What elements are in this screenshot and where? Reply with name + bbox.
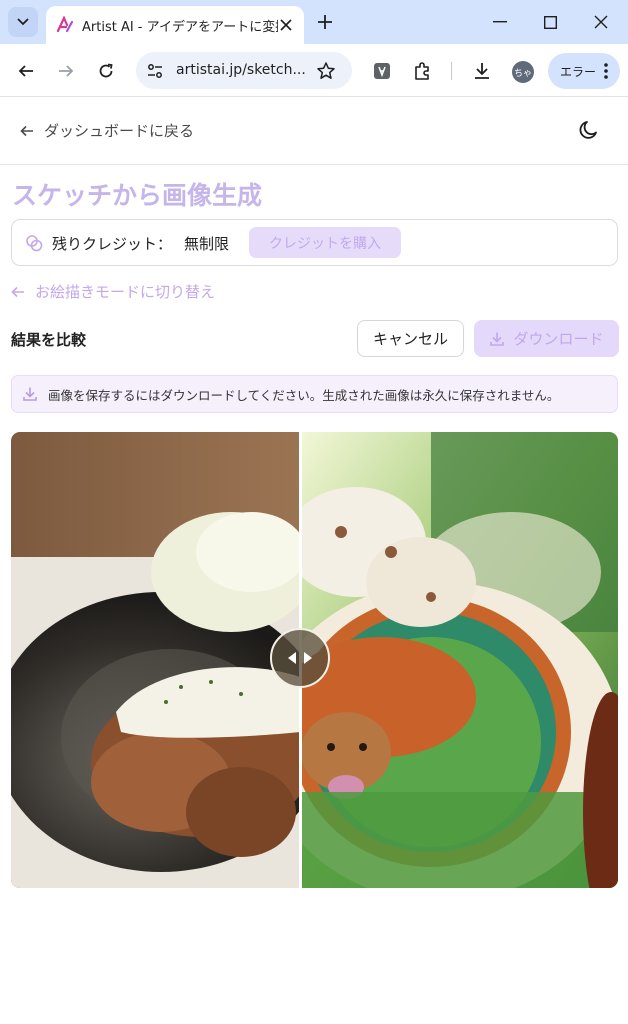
favicon-icon	[56, 16, 74, 33]
swap-arrows-icon	[288, 652, 312, 664]
comparison-handle[interactable]	[270, 628, 330, 688]
extensions-icon[interactable]	[410, 59, 434, 83]
moon-icon[interactable]	[578, 119, 600, 141]
back-arrow-icon[interactable]	[14, 59, 38, 83]
download-icon[interactable]	[470, 59, 494, 83]
download-icon	[23, 387, 37, 401]
forward-arrow-icon[interactable]	[54, 59, 78, 83]
download-button-label: ダウンロード	[513, 330, 604, 348]
site-info-icon[interactable]	[146, 62, 164, 80]
plus-icon[interactable]	[314, 11, 336, 33]
save-notice-text: 画像を保存するにはダウンロードしてください。生成された画像は永久に保存されません…	[48, 387, 560, 403]
image-comparison-slider[interactable]	[11, 432, 618, 888]
address-bar[interactable]: artistai.jp/sketch...	[136, 52, 352, 89]
download-icon	[490, 332, 505, 346]
translate-icon[interactable]	[370, 59, 394, 83]
profile-error-chip[interactable]: エラー	[548, 53, 620, 89]
page-title: スケッチから画像生成	[12, 181, 263, 210]
window-close-icon[interactable]	[589, 10, 613, 34]
reload-icon[interactable]	[94, 59, 118, 83]
maximize-icon[interactable]	[538, 10, 562, 34]
buy-credits-button[interactable]: クレジットを購入	[249, 227, 401, 258]
back-link-label: ダッシュボードに戻る	[44, 122, 195, 140]
credits-label: 残りクレジット：	[52, 235, 173, 253]
minimize-icon[interactable]	[488, 10, 512, 34]
profile-avatar[interactable]: ちゃ	[512, 61, 534, 83]
browser-tab-active[interactable]: Artist AI - アイデアをアートに変換	[46, 6, 304, 44]
save-notice: 画像を保存するにはダウンロードしてください。生成された画像は永久に保存されません…	[11, 375, 618, 413]
credits-value: 無制限	[184, 235, 230, 253]
kebab-icon	[604, 63, 608, 79]
tab-title: Artist AI - アイデアをアートに変換	[82, 19, 278, 35]
compare-results-heading: 結果を比較	[11, 331, 87, 349]
browser-tab-bar: Artist AI - アイデアをアートに変換	[0, 0, 628, 44]
star-icon[interactable]	[316, 61, 336, 81]
arrow-left-icon	[20, 125, 33, 136]
credits-icon	[26, 235, 43, 252]
credits-panel: 残りクレジット： 無制限 クレジットを購入	[11, 219, 618, 266]
app-header: ダッシュボードに戻る	[0, 97, 628, 165]
cancel-button[interactable]: キャンセル	[357, 320, 464, 357]
tab-list-icon[interactable]	[8, 7, 38, 37]
toolbar-divider	[451, 62, 452, 80]
download-button[interactable]: ダウンロード	[474, 320, 619, 357]
back-to-dashboard-link[interactable]: ダッシュボードに戻る	[20, 120, 194, 141]
switch-to-drawing-mode-link[interactable]: お絵描きモードに切り替え	[11, 281, 215, 302]
url-text: artistai.jp/sketch...	[176, 62, 306, 78]
error-chip-label: エラー	[560, 64, 597, 79]
mode-switch-label: お絵描きモードに切り替え	[35, 283, 216, 301]
close-icon[interactable]	[278, 17, 294, 33]
arrow-left-icon	[11, 286, 24, 297]
browser-toolbar: artistai.jp/sketch... ちゃ エラー	[0, 44, 628, 97]
